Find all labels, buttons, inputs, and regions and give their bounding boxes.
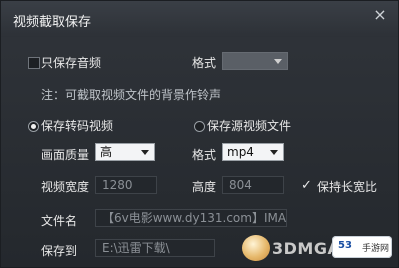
height-label: 高度: [192, 180, 217, 194]
saveto-input[interactable]: E:\迅雷下载\: [95, 239, 215, 257]
quality-select[interactable]: 高: [95, 143, 155, 161]
keep-ratio-label: 保持长宽比: [317, 180, 378, 194]
dialog-title: 视频截取保存: [13, 15, 92, 30]
saveto-label: 保存到: [41, 244, 78, 258]
audio-only-checkbox[interactable]: [28, 57, 40, 69]
video-capture-save-dialog: 视频截取保存 × 只保存音频 格式 注：可截取视频文件的背景作铃声 保存转码视频…: [0, 0, 399, 268]
badge-right-text: 手游网: [362, 244, 390, 254]
filename-input[interactable]: 【6v电影www.dy131.com】IMA: [95, 209, 287, 227]
filename-label: 文件名: [41, 214, 78, 228]
format-value: mp4: [227, 145, 254, 159]
titlebar: 视频截取保存 ×: [1, 1, 398, 37]
convert-video-label: 保存转码视频: [41, 119, 114, 133]
width-input[interactable]: 1280: [95, 176, 157, 194]
checkmark-icon[interactable]: ✓: [301, 179, 315, 193]
width-label: 视频宽度: [41, 180, 90, 194]
height-input[interactable]: 804: [222, 176, 284, 194]
chevron-down-icon: [274, 59, 282, 64]
audio-only-label: 只保存音频: [41, 56, 102, 70]
chevron-down-icon: [141, 150, 149, 155]
quality-value: 高: [100, 145, 113, 159]
badge-left-text: 53: [338, 240, 352, 251]
save-original-label: 保存源视频文件: [207, 119, 292, 133]
close-icon[interactable]: ×: [370, 5, 390, 25]
format-label: 格式: [192, 148, 217, 162]
convert-video-radio[interactable]: [28, 121, 39, 132]
audio-format-label: 格式: [192, 56, 217, 70]
watermark: 3DMGAME 53 手游网: [242, 235, 392, 261]
save-original-radio[interactable]: [194, 121, 205, 132]
watermark-badge: 53 手游网: [332, 236, 392, 258]
watermark-logo: [242, 235, 270, 261]
quality-label: 画面质量: [41, 148, 90, 162]
chevron-down-icon: [270, 150, 278, 155]
audio-format-select[interactable]: [222, 52, 288, 70]
audio-note: 注：可截取视频文件的背景作铃声: [41, 88, 222, 102]
format-select[interactable]: mp4: [222, 143, 284, 161]
